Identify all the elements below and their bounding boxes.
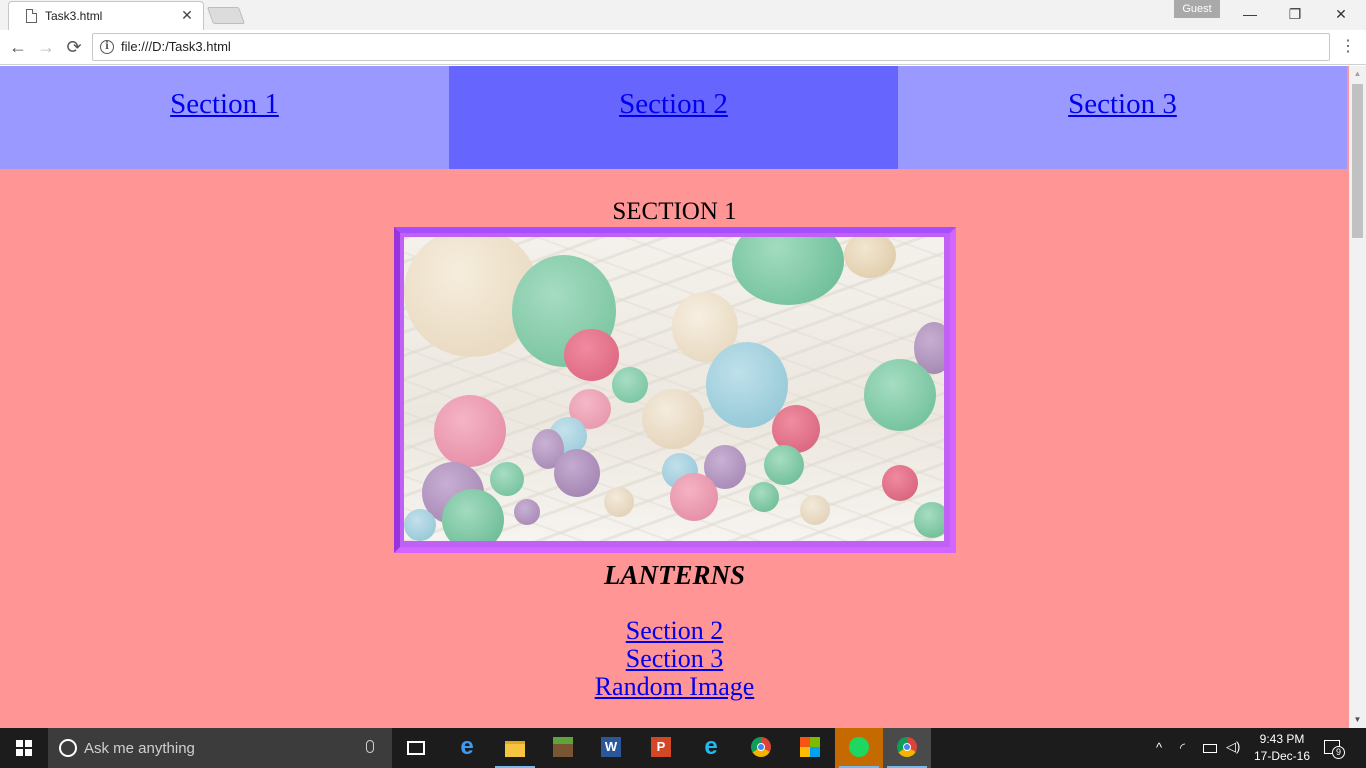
restore-button[interactable]: ❐ — [1272, 0, 1318, 28]
internet-explorer-icon[interactable]: e — [687, 728, 735, 768]
image-caption: LANTERNS — [603, 560, 746, 590]
link-random-image[interactable]: Random Image — [0, 673, 1349, 701]
info-icon[interactable]: i — [100, 40, 114, 54]
section-links: Section 2 Section 3 Random Image — [0, 617, 1349, 701]
cortana-icon — [59, 739, 77, 757]
scroll-up-arrow-icon[interactable]: ▲ — [1349, 66, 1366, 82]
windows-store-icon[interactable] — [786, 728, 834, 768]
scroll-thumb[interactable] — [1352, 84, 1363, 238]
browser-toolbar: ← → ⟳ i file:///D:/Task3.html ⋮ — [0, 30, 1366, 65]
back-button[interactable]: ← — [6, 35, 30, 59]
tab-title: Task3.html — [45, 9, 103, 23]
profile-badge[interactable]: Guest — [1174, 0, 1220, 18]
nav-link-section-3[interactable]: Section 3 — [1068, 88, 1177, 120]
forward-button[interactable]: → — [34, 35, 58, 59]
lanterns-image — [403, 237, 944, 541]
address-bar[interactable]: i file:///D:/Task3.html — [92, 33, 1330, 61]
browser-tab[interactable]: Task3.html ✕ — [8, 1, 204, 30]
notification-count: 9 — [1332, 746, 1345, 759]
url-text[interactable]: file:///D:/Task3.html — [121, 39, 231, 54]
microphone-icon[interactable] — [366, 740, 374, 753]
file-explorer-icon[interactable] — [491, 728, 539, 768]
task-view-icon[interactable] — [392, 728, 440, 768]
volume-icon[interactable]: ◁) — [1226, 739, 1240, 755]
word-icon[interactable]: W — [587, 728, 635, 768]
section-nav: Section 1 Section 2 Section 3 — [0, 66, 1349, 169]
nav-link-section-2[interactable]: Section 2 — [619, 88, 728, 120]
battery-icon[interactable] — [1203, 744, 1217, 753]
show-hidden-icons-icon[interactable]: ^ — [1156, 740, 1162, 755]
scroll-down-arrow-icon[interactable]: ▼ — [1349, 712, 1366, 728]
cortana-search-box[interactable]: Ask me anything — [48, 728, 392, 768]
image-frame — [393, 227, 956, 553]
section-1-content: SECTION 1 LANTERNS Section 2 Section 3 R… — [0, 169, 1349, 701]
close-window-button[interactable]: ✕ — [1318, 0, 1364, 28]
clock-time[interactable]: 9:43 PM — [1250, 732, 1314, 746]
minimize-button[interactable]: — — [1227, 0, 1273, 28]
vertical-scrollbar[interactable]: ▲ ▼ — [1349, 66, 1366, 728]
windows-taskbar: Ask me anything e W P e ^ ◜ ◁) 9:43 PM 1… — [0, 728, 1366, 768]
chrome-icon[interactable] — [737, 728, 785, 768]
powerpoint-icon[interactable]: P — [637, 728, 685, 768]
link-section-3[interactable]: Section 3 — [0, 645, 1349, 673]
start-button[interactable] — [0, 728, 48, 768]
spotify-icon[interactable] — [835, 728, 883, 768]
nav-cell-section-3: Section 3 — [898, 66, 1347, 169]
page-viewport: Section 1 Section 2 Section 3 SECTION 1 — [0, 66, 1366, 728]
edge-icon[interactable]: e — [443, 728, 491, 768]
nav-cell-section-1: Section 1 — [0, 66, 449, 169]
section-heading: SECTION 1 — [612, 198, 737, 225]
tab-close-icon[interactable]: ✕ — [179, 7, 195, 23]
page-icon — [26, 9, 37, 23]
action-center-icon[interactable]: 9 — [1322, 738, 1345, 759]
nav-link-section-1[interactable]: Section 1 — [170, 88, 279, 120]
minecraft-icon[interactable] — [539, 728, 587, 768]
search-placeholder: Ask me anything — [84, 740, 195, 757]
nav-cell-section-2: Section 2 — [449, 66, 898, 169]
browser-titlebar: Task3.html ✕ Guest — ❐ ✕ — [0, 0, 1366, 30]
chrome-icon[interactable] — [883, 728, 931, 768]
wifi-icon[interactable]: ◜ — [1180, 740, 1185, 756]
link-section-2[interactable]: Section 2 — [0, 617, 1349, 645]
reload-button[interactable]: ⟳ — [62, 35, 86, 59]
windows-logo-icon — [16, 740, 32, 756]
clock-date[interactable]: 17-Dec-16 — [1250, 749, 1314, 763]
browser-menu-icon[interactable]: ⋮ — [1340, 35, 1356, 59]
new-tab-button[interactable] — [206, 7, 246, 24]
